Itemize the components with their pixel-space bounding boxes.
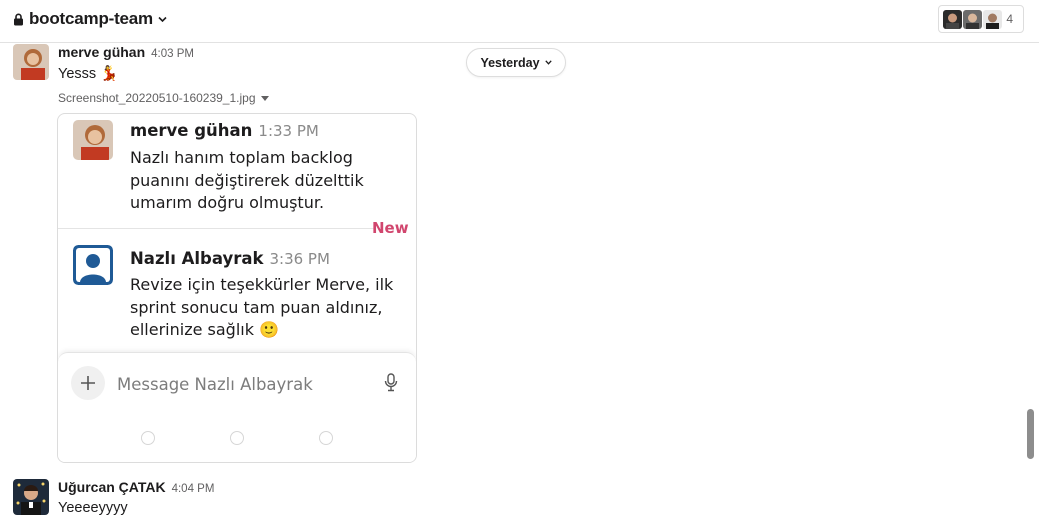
member-count: 4 (1006, 12, 1013, 26)
embedded-message-text: Revize için teşekkürler Merve, ilk sprin… (130, 275, 394, 339)
chevron-down-icon (544, 60, 552, 65)
author-name: Nazlı Albayrak (130, 249, 264, 268)
message-author[interactable]: merve gühan 4:03 PM (58, 44, 194, 60)
message-composer: Message Nazlı Albayrak (58, 352, 416, 462)
avatar[interactable] (13, 479, 49, 515)
scrollbar-thumb[interactable] (1027, 409, 1034, 459)
author-name: merve gühan (130, 121, 253, 140)
message-time: 3:36 PM (269, 250, 330, 268)
message-time: 1:33 PM (258, 122, 319, 140)
new-label: New (372, 219, 409, 237)
author-name[interactable]: Uğurcan ÇATAK (58, 479, 166, 495)
plus-icon (71, 366, 105, 400)
avatar (73, 120, 113, 160)
chevron-down-icon (158, 16, 167, 22)
message-author[interactable]: Uğurcan ÇATAK 4:04 PM (58, 479, 214, 495)
member-avatar (983, 9, 1002, 29)
composer-placeholder: Message Nazlı Albayrak (117, 375, 313, 394)
embedded-message-author: Nazlı Albayrak 3:36 PM (130, 249, 330, 268)
channel-header: bootcamp-team 4 (0, 0, 1039, 43)
default-avatar-icon (73, 245, 113, 285)
microphone-icon (384, 373, 398, 392)
members-button[interactable]: 4 (938, 5, 1024, 33)
lock-icon (14, 13, 23, 25)
toolbar-icon (319, 431, 333, 445)
channel-name-button[interactable]: bootcamp-team (13, 9, 167, 29)
avatar[interactable] (13, 44, 49, 80)
channel-name: bootcamp-team (29, 9, 153, 28)
member-avatar (963, 9, 982, 29)
day-divider-label: Yesterday (480, 55, 540, 70)
author-name[interactable]: merve gühan (58, 44, 145, 60)
toolbar-icon (141, 431, 155, 445)
image-attachment[interactable]: merve gühan 1:33 PM Nazlı hanım toplam ba… (57, 113, 417, 463)
message-text: Yeeeeyyyy (58, 500, 128, 516)
new-divider (58, 228, 374, 229)
message-time[interactable]: 4:03 PM (151, 48, 194, 60)
file-name-link[interactable]: Screenshot_20220510-160239_1.jpg (58, 91, 269, 105)
day-divider-button[interactable]: Yesterday (466, 48, 566, 77)
toolbar-icon (230, 431, 244, 445)
message-time[interactable]: 4:04 PM (172, 483, 215, 495)
message: Uğurcan ÇATAK 4:04 PM Yeeeeyyyy (0, 479, 1000, 524)
embedded-message-author: merve gühan 1:33 PM (130, 121, 319, 140)
file-name: Screenshot_20220510-160239_1.jpg (58, 91, 256, 105)
caret-down-icon (260, 95, 269, 101)
member-avatar (943, 9, 962, 29)
embedded-message-text: Nazlı hanım toplam backlog puanını değiş… (130, 148, 364, 212)
message-text: Yesss 💃 (58, 66, 119, 82)
